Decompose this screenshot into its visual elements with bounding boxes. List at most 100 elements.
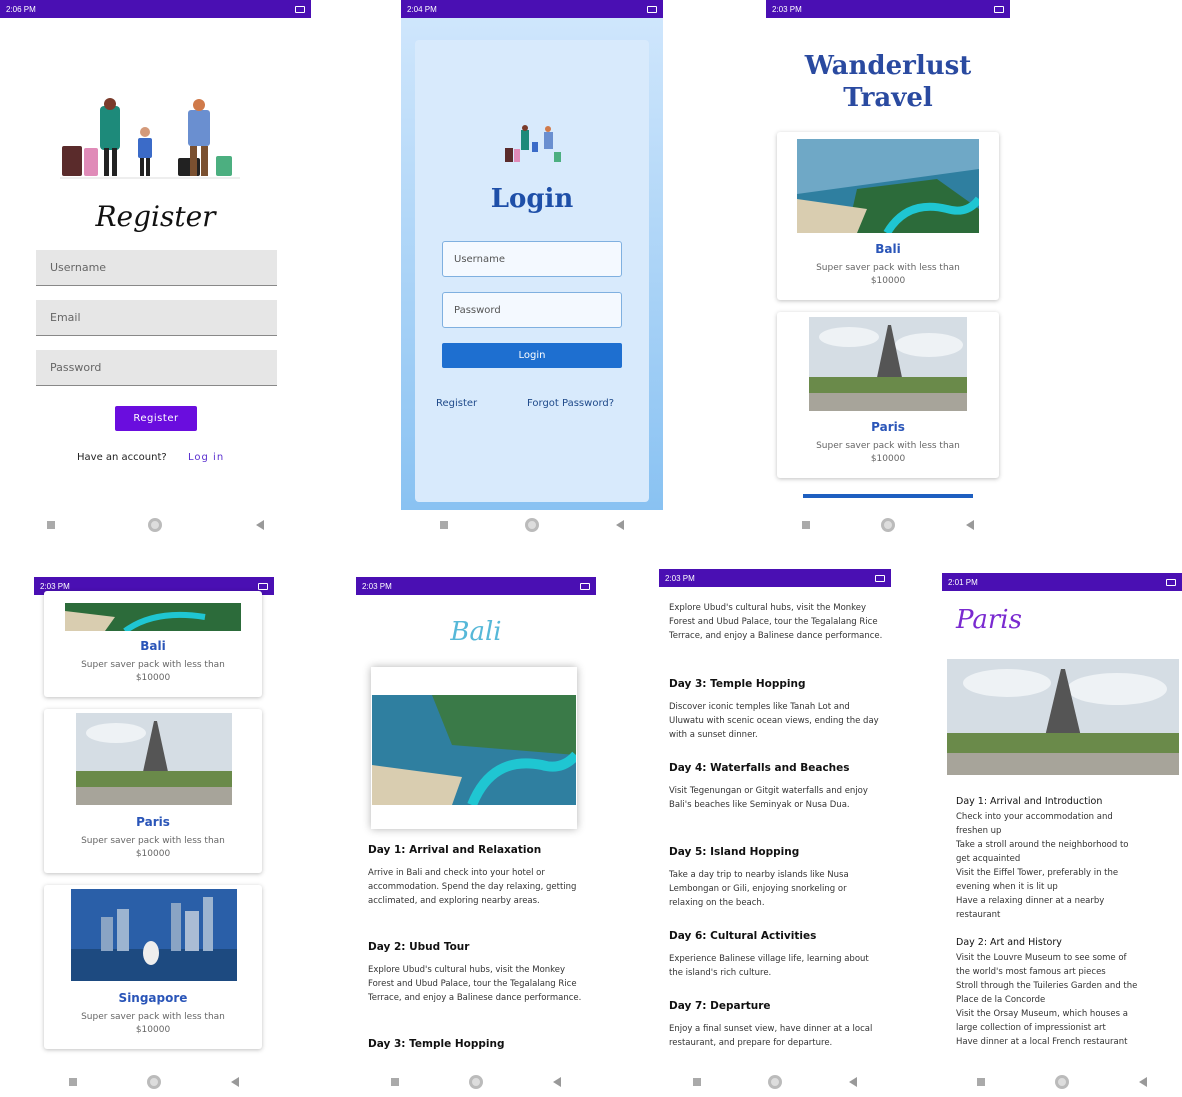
recents-icon[interactable]: [977, 1078, 985, 1086]
status-time: 2:03 PM: [665, 573, 695, 583]
day-1-line: Have a relaxing dinner at a nearby: [956, 896, 1105, 906]
password-field[interactable]: Password: [36, 350, 277, 386]
day-1-text: Arrive in Bali and check into your hotel…: [368, 868, 577, 906]
card-desc-line2: $10000: [870, 276, 906, 286]
status-time: 2:06 PM: [6, 4, 36, 14]
login-link[interactable]: Log in: [188, 452, 224, 463]
username-field[interactable]: Username: [442, 241, 622, 277]
battery-icon: [295, 5, 305, 13]
email-field[interactable]: Email: [36, 300, 277, 336]
day-3-heading: Day 3: Temple Hopping: [368, 1038, 505, 1050]
register-screen: 2:06 PM Register Username Email Password…: [0, 0, 311, 540]
day-4-text: Visit Tegenungan or Gitgit waterfalls an…: [669, 786, 868, 810]
back-icon[interactable]: [553, 1077, 561, 1087]
day-3-heading: Day 3: Temple Hopping: [669, 678, 806, 690]
home-icon[interactable]: [880, 518, 895, 532]
day-2-list: Visit the Louvre Museum to see some of t…: [956, 951, 1178, 1049]
register-button[interactable]: Register: [115, 406, 197, 431]
home-screen: 2:03 PM Wanderlust Travel Bali Super sav…: [766, 0, 1010, 540]
card-desc-line1: Super saver pack with less than: [81, 660, 225, 670]
back-icon[interactable]: [1139, 1077, 1147, 1087]
home-icon[interactable]: [524, 518, 539, 532]
recents-icon[interactable]: [439, 521, 448, 529]
recents-icon[interactable]: [801, 521, 810, 529]
login-button[interactable]: Login: [442, 343, 622, 368]
back-icon[interactable]: [256, 520, 265, 530]
card-title: Paris: [136, 815, 170, 829]
forgot-password-link[interactable]: Forgot Password?: [527, 398, 614, 409]
day-1-heading: Day 1: Arrival and Relaxation: [368, 844, 542, 856]
next-card-edge: [803, 494, 973, 498]
day-2-line: Visit the Louvre Museum to see some of: [956, 953, 1127, 963]
back-icon[interactable]: [231, 1077, 239, 1087]
bali-photo: [797, 139, 979, 233]
username-field[interactable]: Username: [36, 250, 277, 286]
battery-icon: [580, 582, 590, 590]
card-desc-line1: Super saver pack with less than: [81, 836, 225, 846]
password-field[interactable]: Password: [442, 292, 622, 328]
destination-card-paris[interactable]: Paris Super saver pack with less than $1…: [44, 709, 262, 873]
navigation-bar: [34, 1067, 274, 1097]
bali-photo: [372, 695, 576, 805]
day-2-line: Have dinner at a local French restaurant: [956, 1037, 1128, 1047]
paris-photo: [809, 317, 967, 411]
bali-detail-screen: 2:03 PM Bali Day 1: Arrival and Relaxati…: [356, 577, 596, 1097]
register-title: Register: [95, 200, 216, 233]
card-description: Super saver pack with less than $10000: [777, 440, 999, 466]
home-icon[interactable]: [148, 518, 163, 532]
day-5-heading: Day 5: Island Hopping: [669, 846, 800, 858]
day-2-line: Place de la Concorde: [956, 995, 1046, 1005]
day-1-line: restaurant: [956, 910, 1001, 920]
home-icon[interactable]: [147, 1075, 161, 1089]
home-icon[interactable]: [1055, 1075, 1069, 1089]
family-travel-illustration: [505, 125, 561, 162]
battery-icon: [875, 574, 885, 582]
day-1-line: evening when it is lit up: [956, 882, 1058, 892]
recents-icon[interactable]: [46, 521, 55, 529]
day-6-text: Experience Balinese village life, learni…: [669, 954, 869, 978]
recents-icon[interactable]: [391, 1078, 399, 1086]
card-desc-line2: $10000: [135, 1025, 171, 1035]
day-2-text: Explore Ubud's cultural hubs, visit the …: [669, 603, 883, 641]
singapore-photo: [71, 889, 237, 981]
day-1-line: freshen up: [956, 826, 1002, 836]
back-icon[interactable]: [849, 1077, 858, 1087]
status-bar: 2:03 PM: [766, 0, 1010, 18]
destination-card-paris[interactable]: Paris Super saver pack with less than $1…: [777, 312, 999, 478]
destination-title: Bali: [450, 617, 502, 647]
card-description: Super saver pack with less than $10000: [44, 1011, 262, 1037]
status-time: 2:03 PM: [772, 4, 802, 14]
paris-photo: [947, 659, 1179, 775]
day-6-heading: Day 6: Cultural Activities: [669, 930, 817, 942]
recents-icon[interactable]: [692, 1078, 701, 1086]
status-time: 2:03 PM: [362, 581, 392, 591]
home-icon[interactable]: [469, 1075, 483, 1089]
home-screen-scrolled: 2:03 PM Bali Super saver pack with less …: [34, 577, 274, 1097]
destination-card-bali[interactable]: Bali Super saver pack with less than $10…: [777, 132, 999, 300]
day-2-heading: Day 2: Art and History: [956, 937, 1062, 948]
bali-detail-screen-scrolled: 2:03 PM Explore Ubud's cultural hubs, vi…: [659, 569, 891, 1097]
card-desc-line2: $10000: [870, 454, 906, 464]
home-icon[interactable]: [767, 1075, 782, 1089]
status-bar: 2:04 PM: [401, 0, 663, 18]
back-icon[interactable]: [616, 520, 625, 530]
day-2-line: the world's most famous art pieces: [956, 967, 1106, 977]
register-link[interactable]: Register: [436, 398, 477, 409]
status-bar: 2:03 PM: [659, 569, 891, 587]
navigation-bar: [401, 510, 663, 540]
back-icon[interactable]: [966, 520, 975, 530]
paris-photo: [76, 713, 232, 805]
day-1-line: get acquainted: [956, 854, 1021, 864]
recents-icon[interactable]: [69, 1078, 77, 1086]
navigation-bar: [766, 510, 1010, 540]
navigation-bar: [356, 1067, 596, 1097]
destination-card-bali[interactable]: Bali Super saver pack with less than $10…: [44, 591, 262, 697]
destination-card-singapore[interactable]: Singapore Super saver pack with less tha…: [44, 885, 262, 1049]
day-1-line: Take a stroll around the neighborhood to: [956, 840, 1129, 850]
day-2-heading: Day 2: Ubud Tour: [368, 941, 470, 953]
status-bar: 2:01 PM: [942, 573, 1182, 591]
destination-title: Paris: [956, 605, 1022, 635]
day-2-line: large collection of impressionist art: [956, 1023, 1106, 1033]
day-7-heading: Day 7: Departure: [669, 1000, 771, 1012]
app-title-line2: Travel: [843, 83, 933, 113]
